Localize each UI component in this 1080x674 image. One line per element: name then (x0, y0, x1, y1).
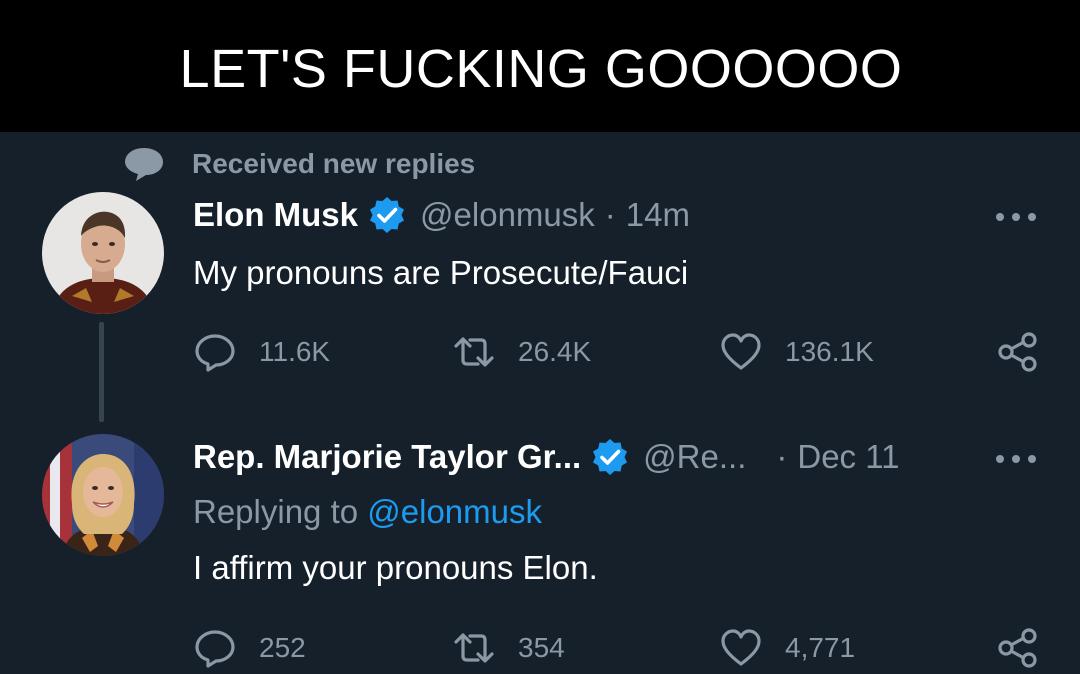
retweet-icon (454, 337, 494, 367)
tweet-timestamp[interactable]: Dec 11 (797, 438, 899, 476)
more-dot-icon (996, 455, 1004, 463)
more-dot-icon (1028, 213, 1036, 221)
reply-count: 252 (259, 632, 306, 663)
more-options-button[interactable] (996, 449, 1036, 469)
heart-icon (721, 629, 761, 666)
marjorie-taylor-greene-avatar[interactable] (42, 434, 164, 556)
author-handle[interactable]: @elonmusk (420, 196, 595, 234)
verified-badge-icon (593, 439, 628, 475)
more-options-button[interactable] (996, 207, 1036, 227)
separator-dot: · (604, 196, 616, 233)
tweet-header: Elon Musk @elonmusk · 14m (193, 196, 690, 234)
verified-badge-icon (370, 197, 405, 233)
meme-caption-bar: LET'S FUCKING GOOOOOO (0, 0, 1080, 132)
share-button[interactable] (996, 330, 1040, 379)
reply-button[interactable]: 11.6K (193, 328, 330, 376)
author-name[interactable]: Rep. Marjorie Taylor Gr... (193, 438, 581, 476)
share-button[interactable] (996, 626, 1040, 674)
tweet-action-bar: 252 354 4,771 (0, 624, 1080, 672)
tweet-text: I affirm your pronouns Elon. (193, 549, 598, 586)
replying-to-label: Replying to (193, 493, 368, 530)
author-handle[interactable]: @Re... (643, 438, 746, 476)
share-icon (998, 332, 1037, 372)
separator-dot: · (776, 438, 788, 475)
replying-to-line: Replying to @elonmusk (193, 493, 542, 531)
reply-icon (195, 630, 235, 668)
like-count: 4,771 (785, 632, 856, 663)
reply-button[interactable]: 252 (193, 624, 306, 672)
tweet-timestamp[interactable]: 14m (626, 196, 690, 234)
more-dot-icon (1012, 213, 1020, 221)
heart-icon (721, 333, 761, 370)
retweet-button[interactable]: 26.4K (452, 328, 591, 376)
retweet-button[interactable]: 354 (452, 624, 565, 672)
tweet-header: Rep. Marjorie Taylor Gr... @Re... · Dec … (193, 438, 900, 476)
tweet-text: My pronouns are Prosecute/Fauci (193, 254, 689, 291)
new-replies-notice[interactable]: Received new replies (122, 144, 475, 184)
meme-caption: LET'S FUCKING GOOOOOO (179, 39, 903, 99)
more-dot-icon (1028, 455, 1036, 463)
more-dot-icon (996, 213, 1004, 221)
like-count: 136.1K (785, 336, 874, 367)
new-replies-label: Received new replies (192, 148, 476, 179)
speech-bubble-icon (125, 148, 163, 181)
reply-count: 11.6K (259, 336, 331, 367)
retweet-icon (454, 633, 494, 663)
reply-icon (195, 334, 235, 372)
more-dot-icon (1012, 455, 1020, 463)
tweet-action-bar: 11.6K 26.4K 136.1K (0, 328, 1080, 376)
like-button[interactable]: 136.1K (719, 328, 874, 376)
like-button[interactable]: 4,771 (719, 624, 855, 672)
retweet-count: 354 (518, 632, 565, 663)
replying-to-mention[interactable]: @elonmusk (367, 493, 542, 530)
share-icon (998, 628, 1037, 668)
retweet-count: 26.4K (518, 336, 592, 367)
author-name[interactable]: Elon Musk (193, 196, 358, 234)
elon-musk-avatar[interactable] (42, 192, 164, 314)
